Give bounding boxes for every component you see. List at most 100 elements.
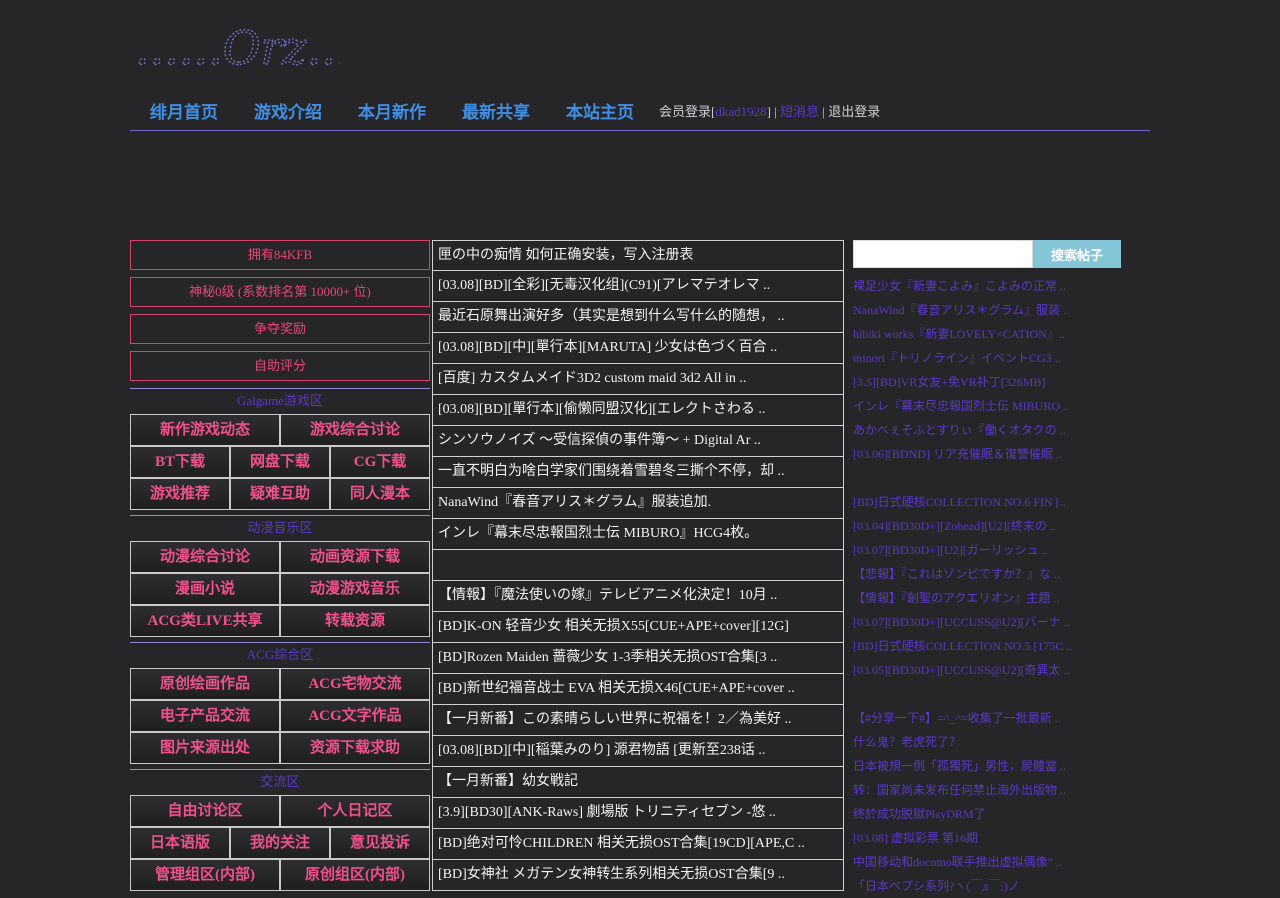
username-link[interactable]: dkad1928 <box>715 104 766 119</box>
recent-link[interactable]: [03.08] 虚拟彩票 第16期 <box>853 826 1123 850</box>
right-sidebar: 搜索帖子 裸足少女『新妻こよみ』こよみの正常 .. NanaWind『春音アリス… <box>853 240 1123 898</box>
nav-home[interactable]: 绯月首页 <box>150 98 218 123</box>
recent-link[interactable]: インレ『幕末尽忠報国烈士伝 MIBURO .. <box>853 394 1123 418</box>
topic-link[interactable]: [百度] カスタムメイド3D2 custom maid 3d2 All in .… <box>432 364 844 395</box>
recent-link[interactable]: [03.06][BDND] リア充催眠＆復讐催眠 .. <box>853 442 1123 466</box>
recent-link[interactable]: [03.07][BD30D+][UCCUSS@U2][バーナ .. <box>853 610 1123 634</box>
recent-link[interactable]: 「日本ペプシ系列?ヽ(￣д￣;)ノ <box>853 874 1123 898</box>
topic-link[interactable]: 匣の中の痴情 如何正确安装，写入注册表 <box>432 240 844 271</box>
topic-link[interactable]: [BD]新世纪福音战士 EVA 相关无损X46[CUE+APE+cover .. <box>432 674 844 705</box>
topic-link[interactable]: 一直不明白为啥白学家们围绕着雪碧冬三撕个不停，却 .. <box>432 457 844 488</box>
forum-link[interactable]: 疑难互助 <box>230 478 330 510</box>
forum-link[interactable]: 自由讨论区 <box>130 795 280 827</box>
forum-link[interactable]: 原创绘画作品 <box>130 668 280 700</box>
separator: | <box>819 104 829 119</box>
recent-list-2: [BD]日式硬核COLLECTION NO.6 FIN [.. [03.04][… <box>853 490 1123 682</box>
topic-link[interactable]: インレ『幕末尽忠報国烈士伝 MIBURO』HCG4枚。 <box>432 519 844 550</box>
forum-link[interactable]: CG下载 <box>330 446 430 478</box>
recent-list-3: 【#分享一下#】=^_^=收集了一批最新 .. 什么鬼？老虎死了？ 日本被規一例… <box>853 706 1123 898</box>
forum-link[interactable]: 游戏综合讨论 <box>280 414 430 446</box>
recent-link[interactable]: 【情報】『創聖のアクエリオン』主題 .. <box>853 586 1123 610</box>
section-title-exchange[interactable]: 交流区 <box>130 769 430 795</box>
recent-link[interactable]: 中国移动和docomo联手推出虚拟偶像“ .. <box>853 850 1123 874</box>
recent-link[interactable]: [03.05][BD30D+][UCCUSS@U2][奇異太 .. <box>853 658 1123 682</box>
recent-link[interactable]: [BD]日式硬核COLLECTION NO.6 FIN [.. <box>853 490 1123 514</box>
topic-link[interactable]: 最近石原舞出演好多（其实是想到什么写什么的随想， .. <box>432 302 844 333</box>
forum-link[interactable]: 新作游戏动态 <box>130 414 280 446</box>
forum-link[interactable]: 网盘下载 <box>230 446 330 478</box>
topic-link[interactable]: NanaWind『春音アリス＊グラム』服装追加. <box>432 488 844 519</box>
recent-link[interactable]: あかべぇそふとすりぃ『働くオタクの .. <box>853 418 1123 442</box>
topic-link[interactable]: 【一月新番】幼女戦記 <box>432 767 844 798</box>
topic-link[interactable]: [03.08][BD][單行本][偷懒同盟汉化][エレクトさわる .. <box>432 395 844 426</box>
logout-link[interactable]: 退出登录 <box>828 104 880 119</box>
topic-link[interactable]: 【一月新番】この素晴らしい世界に祝福を！2／為美好 .. <box>432 705 844 736</box>
forum-link[interactable]: 资源下载求助 <box>280 732 430 764</box>
section-title-anime[interactable]: 动漫音乐区 <box>130 515 430 541</box>
nav-game-intro[interactable]: 游戏介绍 <box>254 98 322 123</box>
topic-link[interactable]: [03.08][BD][全彩][无毒汉化组](C91)[アレマテオレマ .. <box>432 271 844 302</box>
login-label: 会员登录[ <box>659 104 716 119</box>
forum-link[interactable]: 游戏推荐 <box>130 478 230 510</box>
recent-link[interactable]: [03.07][BD30D+][U2][ガーリッシュ .. <box>853 538 1123 562</box>
topic-link[interactable]: [03.08][BD][中][稲葉みのり] 源君物語 [更新至238话 .. <box>432 736 844 767</box>
recent-link[interactable]: 裸足少女『新妻こよみ』こよみの正常 .. <box>853 274 1123 298</box>
recent-link[interactable]: 转：国家尚未发布任何禁止海外出版物 .. <box>853 778 1123 802</box>
forum-grid-acg: 原创绘画作品 ACG宅物交流 电子产品交流 ACG文字作品 图片来源出处 资源下… <box>130 668 430 764</box>
claim-reward-button[interactable]: 争夺奖励 <box>130 314 430 344</box>
section-title-galgame[interactable]: Galgame游戏区 <box>130 388 430 414</box>
recent-link[interactable]: minori『トリノライン』イベントCG3 .. <box>853 346 1123 370</box>
messages-link[interactable]: 短消息 <box>780 104 819 119</box>
search-bar: 搜索帖子 <box>853 240 1123 268</box>
search-input[interactable] <box>853 240 1033 268</box>
recent-link[interactable]: [BD]日式硬核COLLECTION NO.5 [175C .. <box>853 634 1123 658</box>
forum-link[interactable]: 转载资源 <box>280 605 430 637</box>
topic-link[interactable]: [BD]女神社 メガテン女神转生系列相关无损OST合集[9 .. <box>432 860 844 891</box>
recent-link[interactable]: 什么鬼？老虎死了？ <box>853 730 1123 754</box>
recent-list-1: 裸足少女『新妻こよみ』こよみの正常 .. NanaWind『春音アリス＊グラム』… <box>853 274 1123 466</box>
forum-link[interactable]: ACG宅物交流 <box>280 668 430 700</box>
recent-link[interactable]: 日本被規一例「孤獨死」男性，屍體當 .. <box>853 754 1123 778</box>
forum-link[interactable]: ACG文字作品 <box>280 700 430 732</box>
site-logo[interactable]: ......Orz....... <box>134 14 409 75</box>
forum-link[interactable]: 个人日记区 <box>280 795 430 827</box>
forum-link[interactable]: 意见投诉 <box>330 827 430 859</box>
forum-link[interactable]: BT下载 <box>130 446 230 478</box>
separator: ] | <box>766 104 781 119</box>
forum-link[interactable]: 动漫游戏音乐 <box>280 573 430 605</box>
forum-grid-galgame: 新作游戏动态 游戏综合讨论 BT下载 网盘下载 CG下载 游戏推荐 疑难互助 同… <box>130 414 430 510</box>
nav-latest-share[interactable]: 最新共享 <box>462 98 530 123</box>
forum-link[interactable]: 动漫综合讨论 <box>130 541 280 573</box>
forum-link[interactable]: 原创组区(内部) <box>280 859 430 891</box>
forum-link[interactable]: 同人漫本 <box>330 478 430 510</box>
forum-link[interactable]: 电子产品交流 <box>130 700 280 732</box>
topic-link[interactable]: シンソウノイズ ～受信探偵の事件簿～ + Digital Ar .. <box>432 426 844 457</box>
topic-link[interactable]: 【情報】『魔法使いの嫁』テレビアニメ化決定！10月 .. <box>432 581 844 612</box>
topic-link[interactable]: [3.9][BD30][ANK-Raws] 劇場版 トリニティセブン -悠 .. <box>432 798 844 829</box>
user-bar: 会员登录[dkad1928] | 短消息 | 退出登录 <box>659 101 880 120</box>
search-button[interactable]: 搜索帖子 <box>1033 240 1121 268</box>
section-title-acg[interactable]: ACG综合区 <box>130 642 430 668</box>
topic-link[interactable]: [03.08][BD][中][單行本][MARUTA] 少女は色づく百合 .. <box>432 333 844 364</box>
self-rating-button[interactable]: 自助评分 <box>130 351 430 381</box>
topic-link[interactable]: [BD]绝对可怜CHILDREN 相关无损OST合集[19CD][APE,C .… <box>432 829 844 860</box>
forum-link[interactable]: ACG类LIVE共享 <box>130 605 280 637</box>
topic-link[interactable]: [BD]Rozen Maiden 蔷薇少女 1-3季相关无损OST合集[3 .. <box>432 643 844 674</box>
recent-link[interactable]: [3.5][BD]VR女友+免VR补丁[326MB] <box>853 370 1123 394</box>
forum-link[interactable]: 管理组区(内部) <box>130 859 280 891</box>
recent-link[interactable]: hibiki works『新妻LOVELY×CATION』.. <box>853 322 1123 346</box>
nav-site-home[interactable]: 本站主页 <box>566 98 634 123</box>
recent-link[interactable]: 终於成功脱獄PlayDRM了 <box>853 802 1123 826</box>
nav-monthly-new[interactable]: 本月新作 <box>358 98 426 123</box>
forum-link[interactable]: 我的关注 <box>230 827 330 859</box>
recent-link[interactable]: 【#分享一下#】=^_^=收集了一批最新 .. <box>853 706 1123 730</box>
recent-link[interactable]: NanaWind『春音アリス＊グラム』服装 .. <box>853 298 1123 322</box>
recent-link[interactable]: 【悲報】『これはゾンビですか？』な .. <box>853 562 1123 586</box>
forum-link[interactable]: 动画资源下载 <box>280 541 430 573</box>
recent-link[interactable]: [03.04][BD30D+][Zohead][U2][終末の .. <box>853 514 1123 538</box>
forum-link[interactable]: 日本语版 <box>130 827 230 859</box>
forum-link[interactable]: 漫画小说 <box>130 573 280 605</box>
forum-link[interactable]: 图片来源出处 <box>130 732 280 764</box>
topic-link[interactable]: [BD]K-ON 轻音少女 相关无损X55[CUE+APE+cover][12G… <box>432 612 844 643</box>
